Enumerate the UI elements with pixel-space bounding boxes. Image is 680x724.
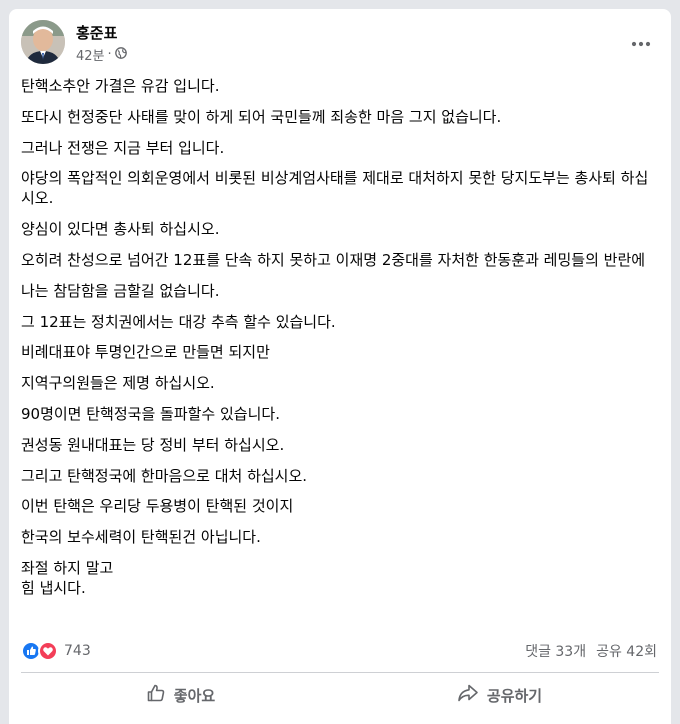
action-bar: 좋아요 공유하기 <box>21 675 659 715</box>
avatar-image <box>21 20 65 64</box>
post-line: 그러나 전쟁은 지금 부터 입니다. <box>21 138 225 157</box>
post-line: 또다시 헌정중단 사태를 맞이 하게 되어 국민들께 죄송한 마음 그지 없습니… <box>21 107 502 126</box>
post-line: 한국의 보수세력이 탄핵된건 아닙니다. <box>21 528 261 547</box>
post-line: 그리고 탄핵정국에 한마음으로 대처 하십시오. <box>21 466 308 485</box>
post-line: 탄핵소추안 가결은 유감 입니다. <box>21 77 220 95</box>
share-count[interactable]: 공유 42회 <box>596 641 657 661</box>
engagement-stats: 댓글 33개 공유 42회 <box>525 641 657 661</box>
post-line: 권성동 원내대표는 당 정비 부터 하십시오. <box>21 435 285 454</box>
share-arrow-icon <box>457 683 479 707</box>
post-line: 90명이면 탄핵정국을 돌파할수 있습니다. <box>21 404 280 423</box>
post-time[interactable]: 42분 <box>76 45 105 64</box>
post-line: 야당의 폭압적인 의회운영에서 비롯된 비상계엄사태를 제대로 대처하지 못한 … <box>21 169 649 208</box>
post-line: 힘 냅시다. <box>21 578 86 597</box>
divider <box>21 672 659 673</box>
reaction-icons[interactable] <box>21 641 59 661</box>
reactions-bar: 743 댓글 33개 공유 42회 <box>21 640 657 662</box>
thumbs-up-icon <box>146 683 166 707</box>
share-label: 공유하기 <box>486 686 543 705</box>
avatar[interactable] <box>21 20 65 64</box>
post-line: 비례대표야 투명인간으로 만들면 되지만 <box>21 343 270 362</box>
comment-count[interactable]: 댓글 33개 <box>525 641 586 661</box>
post-line: 지역구의원들은 제명 하십시오. <box>21 374 215 393</box>
post-header: 홍준표 42분 · <box>21 20 659 68</box>
like-button[interactable]: 좋아요 <box>21 675 340 715</box>
share-button[interactable]: 공유하기 <box>340 675 659 715</box>
post-meta: 42분 · <box>76 45 127 64</box>
post-line: 나는 참담함을 금할길 없습니다. <box>21 281 220 300</box>
like-label: 좋아요 <box>173 686 216 705</box>
post-card: 홍준표 42분 · 탄핵소추안 가결은 유감 입니다. 또다시 헌정중단 사태를… <box>9 9 671 724</box>
author-name[interactable]: 홍준표 <box>76 22 117 43</box>
reaction-count[interactable]: 743 <box>64 643 91 659</box>
meta-separator: · <box>107 47 112 62</box>
more-options-icon[interactable] <box>623 26 659 62</box>
globe-icon[interactable] <box>114 46 127 63</box>
post-line: 양심이 있다면 총사퇴 하십시오. <box>21 220 220 239</box>
post-line: 이번 탄핵은 우리당 두용병이 탄핵된 것이지 <box>21 497 294 516</box>
post-line: 그 12표는 정치권에서는 대강 추측 할수 있습니다. <box>21 312 336 331</box>
post-line: 오히려 찬성으로 넘어간 12표를 단속 하지 못하고 이재명 2중대를 자처한… <box>21 250 646 269</box>
post-line: 좌절 하지 말고 <box>21 558 114 577</box>
post-body: 탄핵소추안 가결은 유감 입니다. 또다시 헌정중단 사태를 맞이 하게 되어 … <box>21 76 657 598</box>
